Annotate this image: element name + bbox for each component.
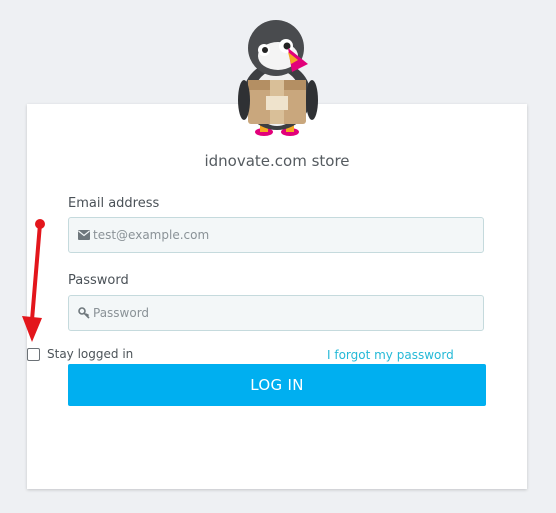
login-button[interactable]: LOG IN [68, 364, 486, 406]
password-input[interactable] [93, 306, 473, 320]
red-arrow-icon [22, 219, 45, 342]
envelope-icon [77, 229, 90, 242]
email-field[interactable] [68, 217, 484, 253]
password-label: Password [68, 273, 129, 288]
stay-logged-in[interactable]: Stay logged in [27, 347, 133, 361]
stay-logged-in-label: Stay logged in [47, 347, 134, 361]
email-label: Email address [68, 196, 160, 211]
store-name: idnovate.com store [204, 152, 350, 170]
stay-logged-in-checkbox[interactable] [27, 347, 40, 361]
key-icon [77, 307, 90, 320]
email-input[interactable] [93, 228, 473, 242]
password-field[interactable] [68, 295, 484, 331]
puffin-mascot-icon [238, 20, 318, 136]
login-page: idnovate.com store Email address Passwor… [0, 0, 556, 513]
forgot-password-link[interactable]: I forgot my password [327, 348, 454, 362]
